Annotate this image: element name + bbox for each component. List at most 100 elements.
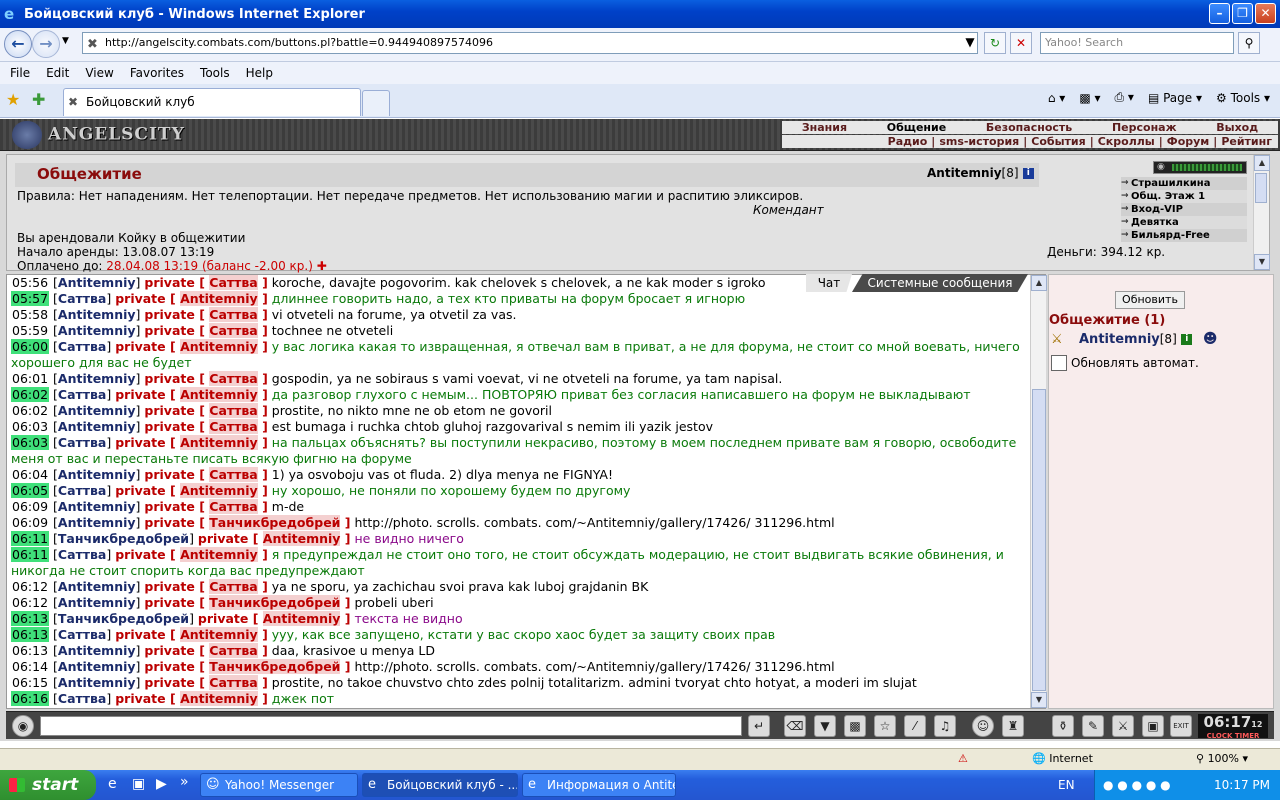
chat-sender[interactable]: Antitemniy xyxy=(58,643,136,658)
add-friend-icon[interactable]: ☻ xyxy=(1203,331,1218,347)
chat-time[interactable]: 06:12 xyxy=(11,595,49,610)
private-tag[interactable]: private [ Саттва ] xyxy=(144,323,268,338)
chat-time[interactable]: 06:16 xyxy=(11,691,50,706)
chat-time[interactable]: 06:11 xyxy=(11,547,50,562)
chat-sender[interactable]: Antitemniy xyxy=(58,307,136,322)
chat-time[interactable]: 06:03 xyxy=(11,419,49,434)
menu-help[interactable]: Help xyxy=(246,66,273,80)
scroll-icon[interactable]: ✎ xyxy=(1082,715,1104,737)
close-button[interactable]: ✕ xyxy=(1255,3,1276,24)
room-link[interactable]: Страшилкина улица xyxy=(1121,177,1247,202)
private-recipient[interactable]: Саттва xyxy=(209,499,258,514)
private-tag[interactable]: private [ Саттва ] xyxy=(144,675,268,690)
private-tag[interactable]: private [ Саттва ] xyxy=(144,419,268,434)
info-icon[interactable]: i xyxy=(1022,168,1034,179)
chat-sender[interactable]: Саттва xyxy=(58,627,106,642)
info-scrollbar[interactable]: ▲ ▼ xyxy=(1253,155,1270,270)
chat-sender[interactable]: Танчикбредобрей xyxy=(58,531,189,546)
chat-sender[interactable]: Antitemniy xyxy=(58,467,136,482)
info-icon[interactable]: i xyxy=(1181,334,1193,345)
chat-sender[interactable]: Antitemniy xyxy=(58,275,136,290)
chat-time[interactable]: 06:14 xyxy=(11,659,49,674)
room-user[interactable]: ⚔ Antitemniy[8] i ☻ xyxy=(1051,331,1217,347)
menu-view[interactable]: View xyxy=(85,66,113,80)
chat-time[interactable]: 06:11 xyxy=(11,531,50,546)
private-recipient[interactable]: Саттва xyxy=(209,403,258,418)
tools-menu[interactable]: ⚙ Tools ▾ xyxy=(1216,91,1270,105)
home-icon[interactable]: ⌂ ▾ xyxy=(1048,91,1065,105)
subnav-sms[interactable]: sms-история xyxy=(939,135,1019,148)
potion-icon[interactable]: ⚱ xyxy=(1052,715,1074,737)
private-recipient[interactable]: Танчикбредобрей xyxy=(209,659,341,674)
site-logo[interactable]: ANGELSCITY xyxy=(12,121,185,149)
new-tab-button[interactable] xyxy=(362,90,390,116)
zoom-level[interactable]: ⚲ 100% ▾ xyxy=(1196,752,1248,765)
quicklaunch-desktop-icon[interactable]: ▣ xyxy=(132,776,145,792)
chat-time[interactable]: 06:15 xyxy=(11,675,49,690)
private-recipient[interactable]: Antitemniy xyxy=(180,483,258,498)
chat-sender[interactable]: Antitemniy xyxy=(58,499,136,514)
page-menu[interactable]: ▤ Page ▾ xyxy=(1148,91,1202,105)
private-recipient[interactable]: Саттва xyxy=(209,371,258,386)
chat-sender[interactable]: Antitemniy xyxy=(58,371,136,386)
auto-refresh-checkbox[interactable] xyxy=(1051,355,1067,371)
tab-system-messages[interactable]: Системные сообщения xyxy=(852,274,1028,292)
chat-sender[interactable]: Antitemniy xyxy=(58,675,136,690)
private-recipient[interactable]: Саттва xyxy=(209,419,258,434)
chat-time[interactable]: 06:13 xyxy=(11,643,49,658)
private-recipient[interactable]: Antitemniy xyxy=(180,435,258,450)
maximize-button[interactable]: ❐ xyxy=(1232,3,1253,24)
room-link[interactable]: Вход-VIP xyxy=(1121,203,1247,216)
chat-sender[interactable]: Antitemniy xyxy=(58,579,136,594)
subnav-radio[interactable]: Радио xyxy=(888,135,928,148)
chat-sender[interactable]: Саттва xyxy=(58,435,106,450)
tab-chat[interactable]: Чат xyxy=(806,274,852,292)
private-tag[interactable]: private [ Саттва ] xyxy=(144,499,268,514)
chat-time[interactable]: 05:58 xyxy=(11,307,49,322)
nav-communication[interactable]: Общение xyxy=(887,121,946,134)
private-tag[interactable]: private [ Antitemniy ] xyxy=(115,435,268,450)
quicklaunch-ie-icon[interactable]: e xyxy=(108,776,117,792)
nav-security[interactable]: Безопасность xyxy=(986,121,1072,134)
address-dropdown-icon[interactable]: ▼ xyxy=(962,32,978,54)
blocked-icon[interactable]: ⚠ xyxy=(958,752,968,765)
back-button[interactable]: ← xyxy=(4,30,32,58)
private-tag[interactable]: private [ Саттва ] xyxy=(144,307,268,322)
private-recipient[interactable]: Antitemniy xyxy=(262,611,341,626)
refresh-button[interactable]: Обновить xyxy=(1115,291,1185,309)
menu-file[interactable]: File xyxy=(10,66,30,80)
tab-active[interactable]: ✖ Бойцовский клуб xyxy=(63,88,361,116)
private-tag[interactable]: private [ Antitemniy ] xyxy=(198,531,351,546)
chat-time[interactable]: 06:05 xyxy=(11,483,50,498)
chat-time[interactable]: 06:02 xyxy=(11,403,49,418)
plus-icon[interactable]: ✚ xyxy=(317,259,327,273)
address-input[interactable]: ✖ http://angelscity.combats.com/buttons.… xyxy=(82,32,978,54)
chat-time[interactable]: 06:13 xyxy=(11,627,50,642)
chat-sender[interactable]: Antitemniy xyxy=(58,323,136,338)
chat-scrollbar[interactable]: ▲ ▼ xyxy=(1030,275,1047,708)
private-recipient[interactable]: Танчикбредобрей xyxy=(209,595,341,610)
chat-input[interactable] xyxy=(40,716,742,736)
private-tag[interactable]: private [ Antitemniy ] xyxy=(198,611,351,626)
private-tag[interactable]: private [ Саттва ] xyxy=(144,467,268,482)
scroll-down-icon[interactable]: ▼ xyxy=(1254,254,1270,270)
task-info[interactable]: e Информация о Antite... xyxy=(522,773,676,797)
chat-time[interactable]: 06:12 xyxy=(11,579,49,594)
private-tag[interactable]: private [ Саттва ] xyxy=(144,643,268,658)
eraser-icon[interactable]: ⌫ xyxy=(784,715,806,737)
private-tag[interactable]: private [ Antitemniy ] xyxy=(115,547,268,562)
chat-sender[interactable]: Танчикбредобрей xyxy=(58,611,189,626)
private-recipient[interactable]: Саттва xyxy=(209,323,258,338)
sound-icon[interactable]: ♫ xyxy=(934,715,956,737)
scroll-up-icon[interactable]: ▲ xyxy=(1254,155,1270,171)
quicklaunch-media-icon[interactable]: ▶ xyxy=(156,776,167,792)
private-tag[interactable]: private [ Antitemniy ] xyxy=(115,691,268,706)
chat-sender[interactable]: Antitemniy xyxy=(58,595,136,610)
chat-mode-icon[interactable]: ◉ xyxy=(12,715,34,737)
private-tag[interactable]: private [ Танчикбредобрей ] xyxy=(144,515,351,530)
scroll-thumb[interactable] xyxy=(1255,173,1267,203)
private-recipient[interactable]: Саттва xyxy=(209,675,258,690)
private-recipient[interactable]: Antitemniy xyxy=(262,531,341,546)
task-yahoo-messenger[interactable]: ☺ Yahoo! Messenger xyxy=(200,773,358,797)
chat-sender[interactable]: Саттва xyxy=(58,387,106,402)
